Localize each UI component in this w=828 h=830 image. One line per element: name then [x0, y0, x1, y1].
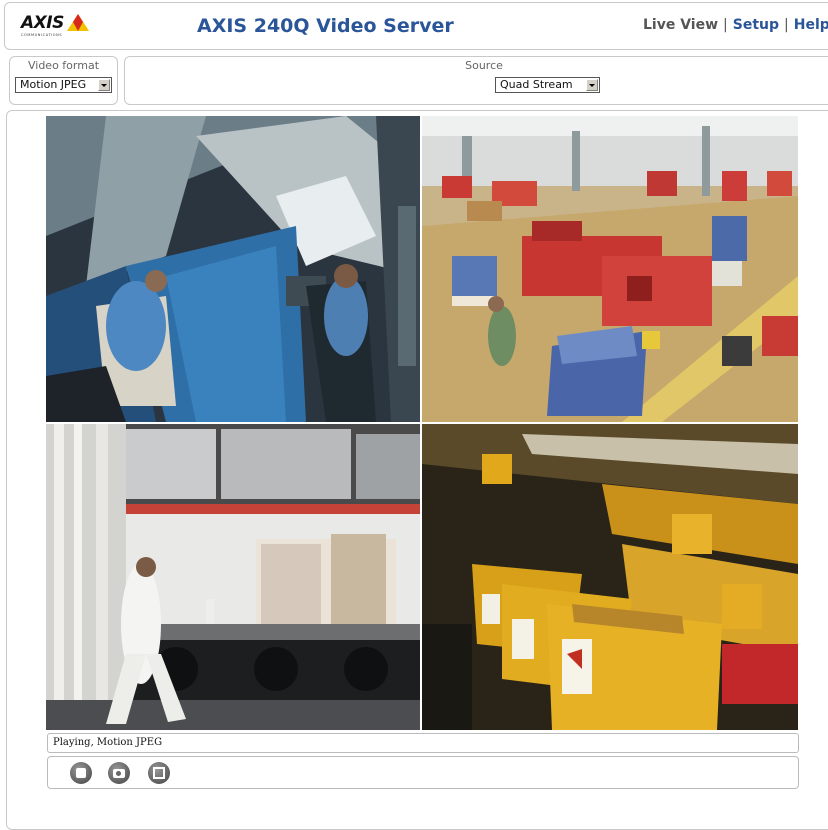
source-panel: Source Quad Stream [124, 56, 828, 105]
chevron-down-icon[interactable] [586, 79, 598, 91]
video-format-select[interactable]: Motion JPEG [15, 77, 112, 93]
camera-view-4[interactable] [422, 424, 798, 730]
chevron-down-icon[interactable] [98, 79, 110, 91]
header-bar: AXIS COMMUNICATIONS AXIS 240Q Video Serv… [4, 2, 828, 50]
player-controls [47, 756, 799, 789]
fullscreen-icon [153, 767, 165, 779]
logo-subtext: COMMUNICATIONS [21, 33, 63, 37]
page-title: AXIS 240Q Video Server [197, 15, 454, 37]
video-stream[interactable] [46, 116, 798, 730]
video-format-panel: Video format Motion JPEG [9, 56, 118, 105]
nav-live-view-link[interactable]: Live View [643, 17, 718, 33]
fullscreen-button[interactable] [148, 762, 170, 784]
logo-wordmark: AXIS [21, 13, 64, 33]
camera-view-3[interactable] [46, 424, 420, 730]
source-value: Quad Stream [500, 78, 573, 91]
top-nav: Live View | Setup | Help [643, 17, 828, 33]
camera-view-2[interactable] [422, 116, 798, 422]
nav-setup-link[interactable]: Setup [733, 17, 779, 33]
axis-logo[interactable]: AXIS COMMUNICATIONS [21, 13, 91, 41]
snapshot-button[interactable] [108, 762, 130, 784]
camera-lens-icon [116, 771, 121, 776]
stop-icon [76, 768, 86, 778]
camera-view-1[interactable] [46, 116, 420, 422]
status-text: Playing, Motion JPEG [53, 737, 163, 748]
source-label: Source [465, 59, 503, 72]
logo-triangle-icon [67, 14, 89, 31]
status-bar: Playing, Motion JPEG [47, 733, 799, 753]
video-format-value: Motion JPEG [20, 78, 87, 91]
video-format-label: Video format [27, 59, 100, 72]
stop-button[interactable] [70, 762, 92, 784]
nav-help-link[interactable]: Help [794, 17, 828, 33]
source-select[interactable]: Quad Stream [495, 77, 600, 93]
nav-separator: | [784, 17, 789, 33]
nav-separator: | [723, 17, 728, 33]
